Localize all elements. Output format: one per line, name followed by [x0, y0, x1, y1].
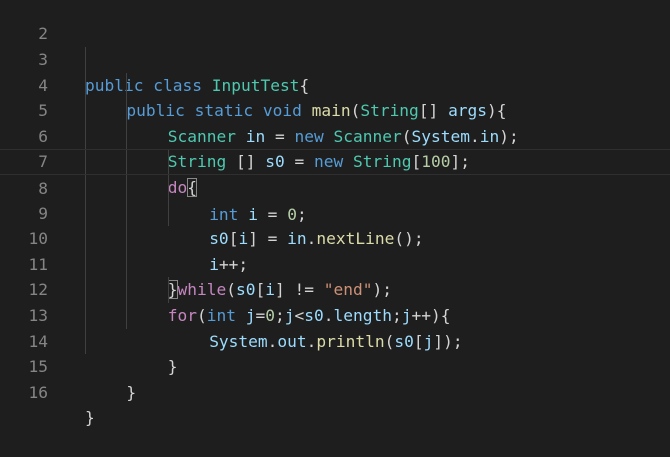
indent-guide — [126, 251, 128, 278]
indent-guide — [126, 277, 128, 303]
indent-guide — [126, 303, 128, 329]
code-line[interactable]: 10 i++; — [0, 200, 670, 274]
code-token: } — [126, 382, 137, 402]
indent-guide — [85, 175, 86, 201]
code-line[interactable]: 9 s0[i] = in.nextLine(); — [0, 175, 670, 248]
indent-guide — [126, 123, 128, 150]
indent-guide — [85, 98, 86, 124]
indent-guide — [126, 72, 128, 99]
indent-guide — [126, 200, 128, 227]
code-line[interactable]: 5 Scanner in = new Scanner(System.in); — [0, 72, 670, 146]
code-line[interactable]: 12 for(int j=0;j<s0.length;j++){ — [0, 251, 670, 325]
code-line[interactable]: 6 String [] s0 = new String[100]; — [0, 98, 670, 171]
indent-guide — [85, 251, 86, 278]
indent-guide — [167, 200, 169, 227]
line-number: 16 — [28, 382, 49, 402]
code-line[interactable]: 15 } — [0, 328, 670, 402]
code-line[interactable]: 2 — [0, 0, 670, 43]
indent-guide — [167, 277, 169, 303]
indent-guide — [85, 150, 86, 174]
code-line[interactable]: 14 } — [0, 303, 670, 376]
indent-guide — [85, 226, 86, 252]
line-code: } — [126, 380, 136, 406]
line-code: } — [85, 405, 95, 431]
code-editor[interactable]: 2 3 public class InputTest{ 4 public sta… — [0, 0, 670, 444]
code-line[interactable]: 3 public class InputTest{ — [0, 21, 670, 95]
code-line[interactable]: 13 System.out.println(s0[j]); — [0, 277, 670, 351]
indent-guide — [85, 72, 86, 99]
indent-guide — [126, 226, 128, 252]
indent-guide — [85, 200, 86, 227]
code-token: } — [85, 408, 95, 428]
indent-guide — [85, 328, 86, 355]
code-line[interactable]: 4 public static void main(String[] args)… — [0, 47, 670, 120]
indent-guide — [126, 98, 128, 124]
indent-guide — [167, 175, 169, 201]
indent-guide — [85, 123, 86, 150]
indent-guide — [167, 150, 169, 174]
code-line[interactable]: 7 do{ — [0, 123, 670, 197]
code-line[interactable]: 11 }while(s0[i] != "end"); — [0, 226, 670, 300]
indent-guide — [85, 277, 86, 303]
indent-guide — [126, 150, 128, 174]
indent-guide — [85, 303, 86, 329]
indent-guide — [85, 47, 86, 73]
code-line[interactable]: 8 int i = 0; — [0, 149, 670, 224]
code-line[interactable]: 16 } — [0, 354, 670, 428]
indent-guide — [126, 175, 128, 201]
